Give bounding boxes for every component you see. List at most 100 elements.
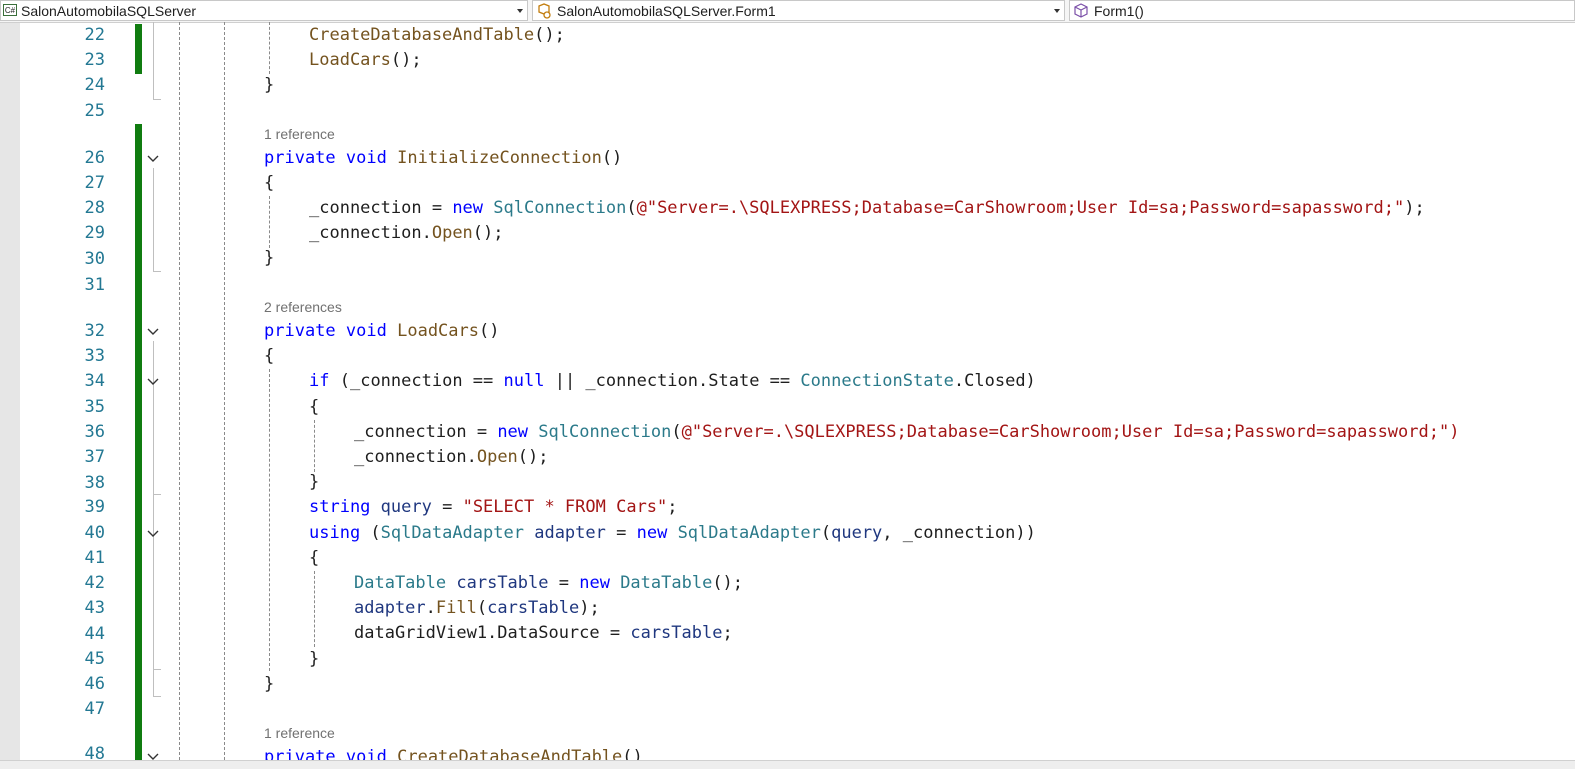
keyword: private bbox=[264, 148, 336, 168]
keyword: new bbox=[636, 523, 668, 543]
method-call: LoadCars bbox=[309, 50, 391, 70]
keyword: void bbox=[345, 148, 387, 168]
line-number: 41 bbox=[84, 548, 105, 568]
indent-guide bbox=[314, 571, 315, 647]
class-icon bbox=[538, 3, 551, 19]
type-name: SqlConnection bbox=[538, 422, 672, 442]
type-name: SqlDataAdapter bbox=[380, 523, 524, 543]
code-line-38[interactable]: } bbox=[309, 472, 319, 492]
variable: carsTable bbox=[456, 573, 549, 593]
line-number: 28 bbox=[84, 198, 105, 218]
codelens-references[interactable]: 2 references bbox=[264, 299, 342, 315]
line-number: 25 bbox=[84, 101, 105, 121]
string-literal: @"Server=.\SQLEXPRESS;Database=CarShowro… bbox=[636, 198, 1405, 218]
keyword: new bbox=[497, 422, 529, 442]
chevron-down-icon[interactable] bbox=[1054, 9, 1060, 13]
project-dropdown[interactable]: C# SalonAutomobilaSQLServer bbox=[0, 0, 528, 21]
code-line-33[interactable]: { bbox=[264, 346, 274, 366]
code-line-37[interactable]: _connection.Open(); bbox=[354, 447, 549, 467]
code-line-42[interactable]: DataTable carsTable = new DataTable(); bbox=[354, 573, 743, 593]
line-number: 38 bbox=[84, 473, 105, 493]
line-number: 23 bbox=[84, 50, 105, 70]
code-line-36[interactable]: _connection = new SqlConnection(@"Server… bbox=[354, 422, 1459, 442]
keyword: void bbox=[345, 321, 387, 341]
code-line-22[interactable]: CreateDatabaseAndTable(); bbox=[309, 25, 565, 45]
line-number: 26 bbox=[84, 148, 105, 168]
codelens-references[interactable]: 1 reference bbox=[264, 126, 335, 142]
code-line-45[interactable]: } bbox=[309, 649, 319, 669]
fold-line bbox=[153, 341, 155, 697]
keyword: private bbox=[264, 321, 336, 341]
chevron-down-icon[interactable] bbox=[517, 9, 523, 13]
variable: carsTable bbox=[630, 623, 723, 643]
code-line-23[interactable]: LoadCars(); bbox=[309, 50, 422, 70]
type-name: ConnectionState bbox=[800, 371, 954, 391]
type-dropdown[interactable]: SalonAutomobilaSQLServer.Form1 bbox=[532, 0, 1065, 21]
collapse-chevron-icon[interactable] bbox=[146, 375, 160, 389]
code-line-32[interactable]: private void LoadCars() bbox=[264, 321, 499, 341]
code-line-28[interactable]: _connection = new SqlConnection(@"Server… bbox=[309, 198, 1425, 218]
change-bar bbox=[135, 124, 142, 768]
line-number: 45 bbox=[84, 649, 105, 669]
line-number: 32 bbox=[84, 321, 105, 341]
editor-left-margin bbox=[0, 23, 20, 760]
method-call: Open bbox=[431, 223, 473, 243]
change-bar bbox=[135, 24, 142, 74]
code-line-27[interactable]: { bbox=[264, 173, 274, 193]
indent-guide bbox=[269, 369, 270, 671]
code-line-29[interactable]: _connection.Open(); bbox=[309, 223, 504, 243]
fold-line bbox=[153, 22, 155, 100]
variable: adapter bbox=[534, 523, 606, 543]
line-number: 34 bbox=[84, 371, 105, 391]
field: _connection bbox=[309, 223, 422, 243]
keyword: new bbox=[452, 198, 484, 218]
code-line-35[interactable]: { bbox=[309, 397, 319, 417]
keyword: null bbox=[503, 371, 545, 391]
keyword: using bbox=[309, 523, 361, 543]
type-name: DataTable bbox=[354, 573, 447, 593]
line-number: 31 bbox=[84, 275, 105, 295]
member-dropdown-label: Form1() bbox=[1094, 3, 1144, 19]
indent-guide bbox=[179, 22, 180, 760]
code-line-43[interactable]: adapter.Fill(carsTable); bbox=[354, 598, 600, 618]
collapse-chevron-icon[interactable] bbox=[146, 152, 160, 166]
code-line-30[interactable]: } bbox=[264, 248, 274, 268]
codelens-references[interactable]: 1 reference bbox=[264, 725, 335, 741]
field: _connection bbox=[902, 523, 1016, 543]
project-dropdown-label: SalonAutomobilaSQLServer bbox=[21, 3, 197, 19]
code-line-44[interactable]: dataGridView1.DataSource = carsTable; bbox=[354, 623, 733, 643]
variable: carsTable bbox=[487, 598, 580, 618]
fold-end-marker bbox=[153, 696, 161, 697]
method-call: Fill bbox=[435, 598, 477, 618]
indent-guide bbox=[269, 22, 270, 74]
field: _connection bbox=[349, 371, 463, 391]
code-line-34[interactable]: if (_connection == null || _connection.S… bbox=[309, 371, 1036, 391]
type-name: SqlDataAdapter bbox=[677, 523, 821, 543]
code-line-24[interactable]: } bbox=[264, 75, 274, 95]
line-number: 40 bbox=[84, 523, 105, 543]
line-number: 46 bbox=[84, 674, 105, 694]
code-line-41[interactable]: { bbox=[309, 548, 319, 568]
field: _connection bbox=[354, 447, 467, 467]
type-name: DataTable bbox=[620, 573, 713, 593]
method-name: InitializeConnection bbox=[397, 148, 602, 168]
variable: query bbox=[831, 523, 883, 543]
fold-end-marker bbox=[153, 494, 161, 495]
member-dropdown[interactable]: Form1() bbox=[1069, 0, 1575, 21]
variable: adapter bbox=[354, 598, 426, 618]
string-literal: "SELECT * FROM Cars" bbox=[462, 497, 668, 517]
code-line-40[interactable]: using (SqlDataAdapter adapter = new SqlD… bbox=[309, 523, 1036, 543]
keyword: new bbox=[579, 573, 610, 593]
line-number: 44 bbox=[84, 624, 105, 644]
collapse-chevron-icon[interactable] bbox=[146, 325, 160, 339]
collapse-chevron-icon[interactable] bbox=[146, 527, 160, 541]
csharp-project-icon: C# bbox=[3, 4, 17, 16]
code-line-26[interactable]: private void InitializeConnection() bbox=[264, 148, 622, 168]
type-dropdown-label: SalonAutomobilaSQLServer.Form1 bbox=[557, 3, 776, 19]
code-line-46[interactable]: } bbox=[264, 674, 274, 694]
line-number: 22 bbox=[84, 25, 105, 45]
method-call: Open bbox=[476, 447, 518, 467]
fold-end-marker bbox=[153, 669, 161, 670]
code-line-39[interactable]: string query = "SELECT * FROM Cars"; bbox=[309, 497, 678, 517]
line-number: 37 bbox=[84, 447, 105, 467]
